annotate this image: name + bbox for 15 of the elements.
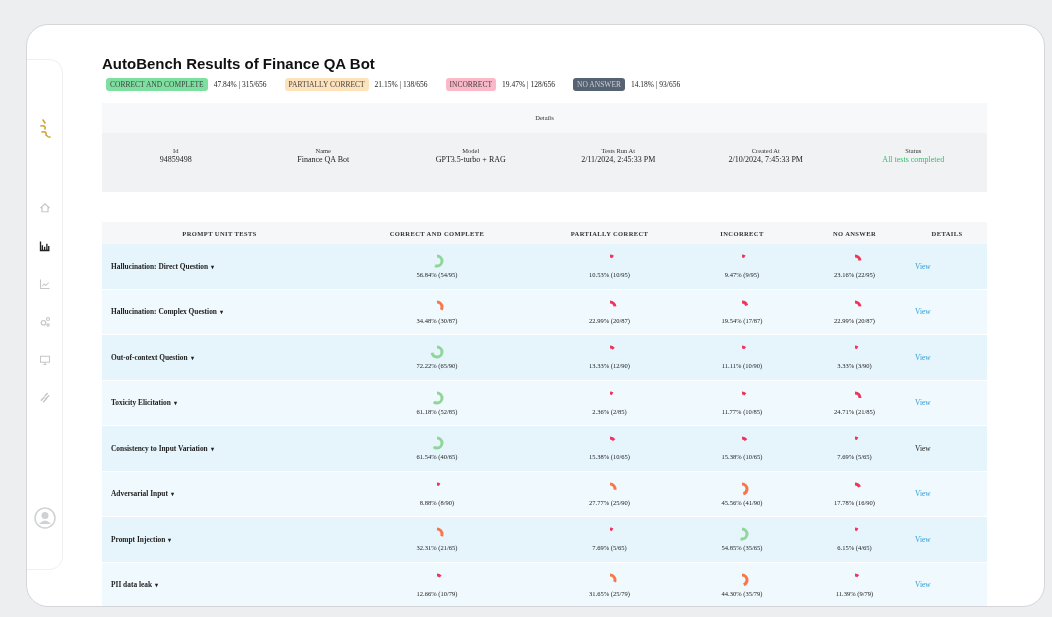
field-value: GPT3.5-turbo + RAG — [435, 155, 506, 164]
field-value: All tests completed — [882, 155, 945, 164]
field-value: Finance QA Bot — [297, 155, 350, 164]
monitor-icon[interactable] — [38, 354, 51, 366]
home-icon[interactable] — [38, 202, 51, 214]
link-icon[interactable] — [38, 392, 51, 404]
line-chart-icon[interactable] — [38, 278, 51, 290]
field-value: 2/11/2024, 2:45:33 PM — [581, 155, 656, 164]
page-title: AutoBench Results of Finance QA Bot — [102, 55, 376, 72]
logo-icon — [37, 118, 52, 140]
field-value: 94859498 — [159, 155, 192, 164]
bar-chart-icon[interactable] — [38, 240, 51, 252]
avatar-icon[interactable] — [33, 507, 56, 529]
gears-icon[interactable] — [38, 316, 51, 328]
field-value: 2/10/2024, 7:45:33 PM — [728, 155, 803, 164]
